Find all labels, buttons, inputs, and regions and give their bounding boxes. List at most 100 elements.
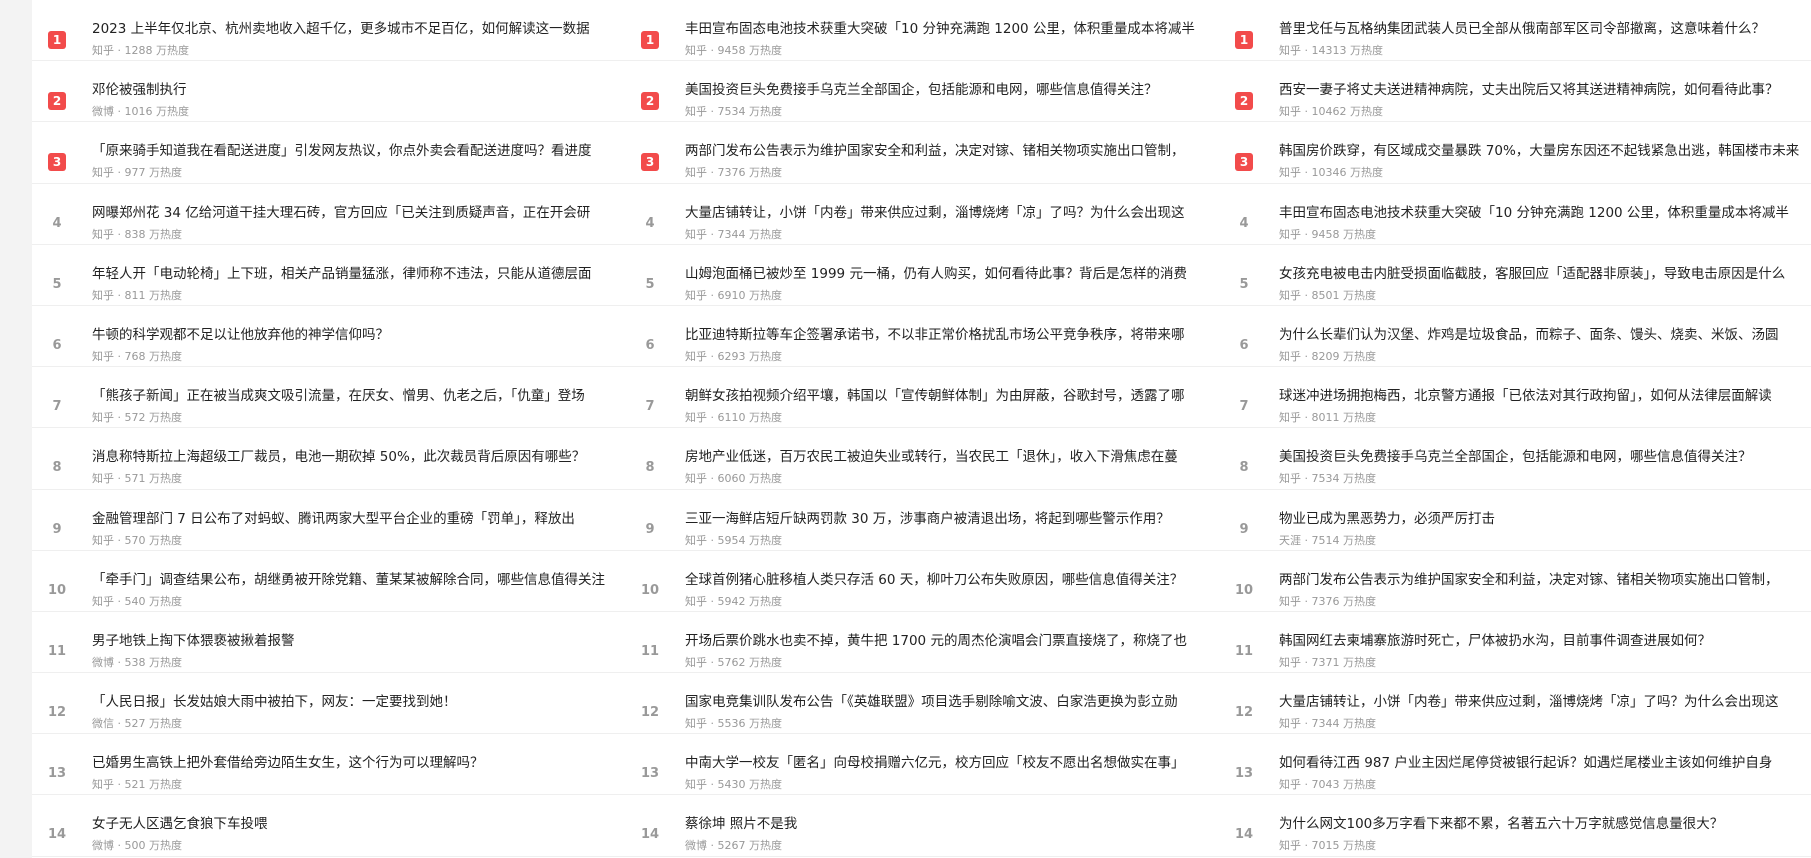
item-title-link[interactable]: 球迷冲进场拥抱梅西，北京警方通报「已依法对其行政拘留」，如何从法律层面解读 [1279,387,1811,405]
item-title-link[interactable]: 大量店铺转让，小饼「内卷」带来供应过剩，淄博烧烤「凉」了吗？为什么会出现这 [1279,693,1811,711]
list-item[interactable]: 5 山姆泡面桶已被炒至 1999 元一桶，仍有人购买，如何看待此事？背后是怎样的消… [625,245,1238,306]
item-source-heat: 知乎 · 5942 万热度 [685,594,782,608]
list-item[interactable]: 9 物业已成为黑恶势力，必须严厉打击 天涯 · 7514 万热度 [1219,490,1811,551]
list-item[interactable]: 11 开场后票价跳水也卖不掉，黄牛把 1700 元的周杰伦演唱会门票直接烧了，称烧… [625,612,1238,674]
item-source-heat: 知乎 · 8209 万热度 [1279,349,1376,363]
item-title-link[interactable]: 牛顿的科学观都不足以让他放弃他的神学信仰吗？ [92,326,627,344]
item-title-link[interactable]: 「牵手门」调查结果公布，胡继勇被开除党籍、董某某被解除合同，哪些信息值得关注 [92,571,627,589]
list-item[interactable]: 11 韩国网红去柬埔寨旅游时死亡，尸体被扔水沟，目前事件调查进展如何？ 知乎 · 7… [1219,612,1811,674]
list-item[interactable]: 8 消息称特斯拉上海超级工厂裁员，电池一期砍掉 50%，此次裁员背后原因有哪些？ 知… [32,428,645,490]
list-item[interactable]: 14 蔡徐坤 照片不是我 微博 · 5267 万热度 [625,795,1238,857]
list-item[interactable]: 10 全球首例猪心脏移植人类只存活 60 天，柳叶刀公布失败原因，哪些信息值得关注… [625,551,1238,612]
item-title-link[interactable]: 「人民日报」长发姑娘大雨中被拍下，网友：一定要找到她！ [92,693,627,711]
item-title-link[interactable]: 两部门发布公告表示为维护国家安全和利益，决定对镓、锗相关物项实施出口管制， [1279,571,1811,589]
hot-list-column-3: 1 普里戈任与瓦格纳集团武装人员已全部从俄南部军区司令部撤离，这意味着什么？ 知乎 … [1219,0,1811,858]
list-item[interactable]: 4 丰田宣布固态电池技术获重大突破「10 分钟充满跑 1200 公里，体积重量成本… [1219,184,1811,245]
list-item[interactable]: 14 为什么网文100多万字看下来都不累，名著五六十万字就感觉信息量很大？ 知乎 ·… [1219,795,1811,857]
item-source-heat: 知乎 · 7015 万热度 [1279,839,1376,853]
item-title-link[interactable]: 2023 上半年仅北京、杭州卖地收入超千亿，更多城市不足百亿，如何解读这一数据 [92,20,627,38]
list-item[interactable]: 3 「原来骑手知道我在看配送进度」引发网友热议，你点外卖会看配送进度吗？看进度 知乎… [32,122,645,184]
list-item[interactable]: 8 美国投资巨头免费接手乌克兰全部国企，包括能源和电网，哪些信息值得关注？ 知乎 ·… [1219,428,1811,490]
rank-badge: 3 [48,153,66,172]
item-title-link[interactable]: 韩国网红去柬埔寨旅游时死亡，尸体被扔水沟，目前事件调查进展如何？ [1279,632,1811,650]
list-item[interactable]: 6 牛顿的科学观都不足以让他放弃他的神学信仰吗？ 知乎 · 768 万热度 [32,306,645,368]
list-item[interactable]: 2 邓伦被强制执行 微博 · 1016 万热度 [32,61,645,123]
item-title-link[interactable]: 房地产业低迷，百万农民工被迫失业或转行，当农民工「退休」，收入下滑焦虑在蔓 [685,448,1220,466]
item-title-link[interactable]: 山姆泡面桶已被炒至 1999 元一桶，仍有人购买，如何看待此事？背后是怎样的消费 [685,265,1220,283]
item-title-link[interactable]: 三亚一海鲜店短斤缺两罚款 30 万，涉事商户被清退出场，将起到哪些警示作用？ [685,510,1220,528]
rank-number: 14 [1235,827,1254,843]
list-item[interactable]: 4 网曝郑州花 34 亿给河道干挂大理石砖，官方回应「已关注到质疑声音，正在开会研… [32,184,645,245]
item-title-link[interactable]: 金融管理部门 7 日公布了对蚂蚁、腾讯两家大型平台企业的重磅「罚单」，释放出 [92,510,627,528]
list-item[interactable]: 3 韩国房价跌穿，有区域成交量暴跌 70%，大量房东因还不起钱紧急出逃，韩国楼市未… [1219,122,1811,184]
item-title-link[interactable]: 美国投资巨头免费接手乌克兰全部国企，包括能源和电网，哪些信息值得关注？ [1279,448,1811,466]
item-title-link[interactable]: 全球首例猪心脏移植人类只存活 60 天，柳叶刀公布失败原因，哪些信息值得关注？ [685,571,1220,589]
rank-number: 14 [48,827,67,843]
list-item[interactable]: 7 朝鲜女孩拍视频介绍平壤，韩国以「宣传朝鲜体制」为由屏蔽，谷歌封号，透露了哪 知乎… [625,367,1238,429]
list-item[interactable]: 2 美国投资巨头免费接手乌克兰全部国企，包括能源和电网，哪些信息值得关注？ 知乎 ·… [625,61,1238,123]
list-item[interactable]: 2 西安一妻子将丈夫送进精神病院，丈夫出院后又将其送进精神病院，如何看待此事？ 知乎… [1219,61,1811,123]
list-item[interactable]: 8 房地产业低迷，百万农民工被迫失业或转行，当农民工「退休」，收入下滑焦虑在蔓 知乎… [625,428,1238,490]
item-title-link[interactable]: 物业已成为黑恶势力，必须严厉打击 [1279,510,1811,528]
list-item[interactable]: 12 大量店铺转让，小饼「内卷」带来供应过剩，淄博烧烤「凉」了吗？为什么会出现这知… [1219,673,1811,735]
item-source-heat: 知乎 · 6060 万热度 [685,472,782,486]
rank-number: 9 [52,521,62,537]
item-title-link[interactable]: 中南大学一校友「匿名」向母校捐赠六亿元，校方回应「校友不愿出名想做实在事」 [685,754,1220,772]
item-title-link[interactable]: 「原来骑手知道我在看配送进度」引发网友热议，你点外卖会看配送进度吗？看进度 [92,142,627,160]
list-item[interactable]: 1 2023 上半年仅北京、杭州卖地收入超千亿，更多城市不足百亿，如何解读这一数据… [32,0,645,62]
list-item[interactable]: 12 「人民日报」长发姑娘大雨中被拍下，网友：一定要找到她！ 微信 · 527 万热… [32,673,645,735]
item-title-link[interactable]: 大量店铺转让，小饼「内卷」带来供应过剩，淄博烧烤「凉」了吗？为什么会出现这 [685,204,1220,222]
item-title-link[interactable]: 朝鲜女孩拍视频介绍平壤，韩国以「宣传朝鲜体制」为由屏蔽，谷歌封号，透露了哪 [685,387,1220,405]
list-item[interactable]: 7 球迷冲进场拥抱梅西，北京警方通报「已依法对其行政拘留」，如何从法律层面解读 知乎… [1219,367,1811,429]
item-title-link[interactable]: 消息称特斯拉上海超级工厂裁员，电池一期砍掉 50%，此次裁员背后原因有哪些？ [92,448,627,466]
item-title-link[interactable]: 女子无人区遇乞食狼下车投喂 [92,815,627,833]
rank-number: 11 [641,643,660,659]
item-title-link[interactable]: 年轻人开「电动轮椅」上下班，相关产品销量猛涨，律师称不违法，只能从道德层面 [92,265,627,283]
item-source-heat: 知乎 · 9458 万热度 [685,44,782,57]
list-item[interactable]: 10 「牵手门」调查结果公布，胡继勇被开除党籍、董某某被解除合同，哪些信息值得关注… [32,551,645,612]
list-item[interactable]: 4 大量店铺转让，小饼「内卷」带来供应过剩，淄博烧烤「凉」了吗？为什么会出现这 知乎… [625,184,1238,245]
item-title-link[interactable]: 女孩充电被电击内脏受损面临截肢，客服回应「适配器非原装」，导致电击原因是什么 [1279,265,1811,283]
list-item[interactable]: 13 中南大学一校友「匿名」向母校捐赠六亿元，校方回应「校友不愿出名想做实在事」知… [625,734,1238,796]
item-title-link[interactable]: 国家电竞集训队发布公告「《英雄联盟》项目选手剔除喻文波、白家浩更换为彭立勋 [685,693,1220,711]
item-title-link[interactable]: 蔡徐坤 照片不是我 [685,815,1220,833]
item-title-link[interactable]: 美国投资巨头免费接手乌克兰全部国企，包括能源和电网，哪些信息值得关注？ [685,81,1220,99]
rank-number: 8 [52,460,62,476]
item-title-link[interactable]: 如何看待江西 987 户业主因烂尾停贷被银行起诉？如遇烂尾楼业主该如何维护自身 [1279,754,1811,772]
list-item[interactable]: 13 如何看待江西 987 户业主因烂尾停贷被银行起诉？如遇烂尾楼业主该如何维护自… [1219,734,1811,796]
list-item[interactable]: 12 国家电竞集训队发布公告「《英雄联盟》项目选手剔除喻文波、白家浩更换为彭立勋知… [625,673,1238,735]
item-title-link[interactable]: 两部门发布公告表示为维护国家安全和利益，决定对镓、锗相关物项实施出口管制， [685,142,1220,160]
item-title-link[interactable]: 开场后票价跳水也卖不掉，黄牛把 1700 元的周杰伦演唱会门票直接烧了，称烧了也 [685,632,1220,650]
list-item[interactable]: 1 丰田宣布固态电池技术获重大突破「10 分钟充满跑 1200 公里，体积重量成本… [625,0,1238,62]
list-item[interactable]: 1 普里戈任与瓦格纳集团武装人员已全部从俄南部军区司令部撤离，这意味着什么？ 知乎 … [1219,0,1811,62]
item-title-link[interactable]: 「熊孩子新闻」正在被当成爽文吸引流量，在厌女、憎男、仇老之后，「仇童」登场 [92,387,627,405]
item-title-link[interactable]: 邓伦被强制执行 [92,81,627,99]
list-item[interactable]: 14 女子无人区遇乞食狼下车投喂 微博 · 500 万热度 [32,795,645,857]
item-title-link[interactable]: 比亚迪特斯拉等车企签署承诺书，不以非正常价格扰乱市场公平竞争秩序，将带来哪 [685,326,1220,344]
list-item[interactable]: 7 「熊孩子新闻」正在被当成爽文吸引流量，在厌女、憎男、仇老之后，「仇童」登场 知乎… [32,367,645,429]
list-item[interactable]: 5 女孩充电被电击内脏受损面临截肢，客服回应「适配器非原装」，导致电击原因是什么知… [1219,245,1811,306]
rank-badge: 3 [1235,153,1253,172]
item-source-heat: 知乎 · 6293 万热度 [685,349,782,363]
item-title-link[interactable]: 普里戈任与瓦格纳集团武装人员已全部从俄南部军区司令部撤离，这意味着什么？ [1279,20,1811,38]
item-title-link[interactable]: 男子地铁上掏下体猥亵被揪着报警 [92,632,627,650]
list-item[interactable]: 13 已婚男生高铁上把外套借给旁边陌生女生，这个行为可以理解吗？ 知乎 · 521 … [32,734,645,796]
list-item[interactable]: 9 三亚一海鲜店短斤缺两罚款 30 万，涉事商户被清退出场，将起到哪些警示作用？ 知… [625,490,1238,551]
item-title-link[interactable]: 网曝郑州花 34 亿给河道干挂大理石砖，官方回应「已关注到质疑声音，正在开会研 [92,204,627,222]
list-item[interactable]: 11 男子地铁上掏下体猥亵被揪着报警 微博 · 538 万热度 [32,612,645,674]
list-item[interactable]: 9 金融管理部门 7 日公布了对蚂蚁、腾讯两家大型平台企业的重磅「罚单」，释放出知… [32,490,645,551]
list-item[interactable]: 5 年轻人开「电动轮椅」上下班，相关产品销量猛涨，律师称不违法，只能从道德层面 知乎… [32,245,645,306]
item-source-heat: 微博 · 5267 万热度 [685,839,782,853]
list-item[interactable]: 6 比亚迪特斯拉等车企签署承诺书，不以非正常价格扰乱市场公平竞争秩序，将带来哪 知乎… [625,306,1238,368]
item-title-link[interactable]: 为什么长辈们认为汉堡、炸鸡是垃圾食品，而粽子、面条、馒头、烧卖、米饭、汤圆 [1279,326,1811,344]
item-title-link[interactable]: 西安一妻子将丈夫送进精神病院，丈夫出院后又将其送进精神病院，如何看待此事？ [1279,81,1811,99]
list-item[interactable]: 3 两部门发布公告表示为维护国家安全和利益，决定对镓、锗相关物项实施出口管制， 知乎… [625,122,1238,184]
item-title-link[interactable]: 韩国房价跌穿，有区域成交量暴跌 70%，大量房东因还不起钱紧急出逃，韩国楼市未来 [1279,142,1811,160]
list-item[interactable]: 6 为什么长辈们认为汉堡、炸鸡是垃圾食品，而粽子、面条、馒头、烧卖、米饭、汤圆 知乎… [1219,306,1811,368]
list-item[interactable]: 10 两部门发布公告表示为维护国家安全和利益，决定对镓、锗相关物项实施出口管制， 知… [1219,551,1811,612]
item-title-link[interactable]: 已婚男生高铁上把外套借给旁边陌生女生，这个行为可以理解吗？ [92,754,627,772]
item-title-link[interactable]: 丰田宣布固态电池技术获重大突破「10 分钟充满跑 1200 公里，体积重量成本将… [685,20,1220,38]
item-title-link[interactable]: 丰田宣布固态电池技术获重大突破「10 分钟充满跑 1200 公里，体积重量成本将… [1279,204,1811,222]
item-source-heat: 知乎 · 10346 万热度 [1279,166,1383,180]
item-title-link[interactable]: 为什么网文100多万字看下来都不累，名著五六十万字就感觉信息量很大？ [1279,815,1811,833]
